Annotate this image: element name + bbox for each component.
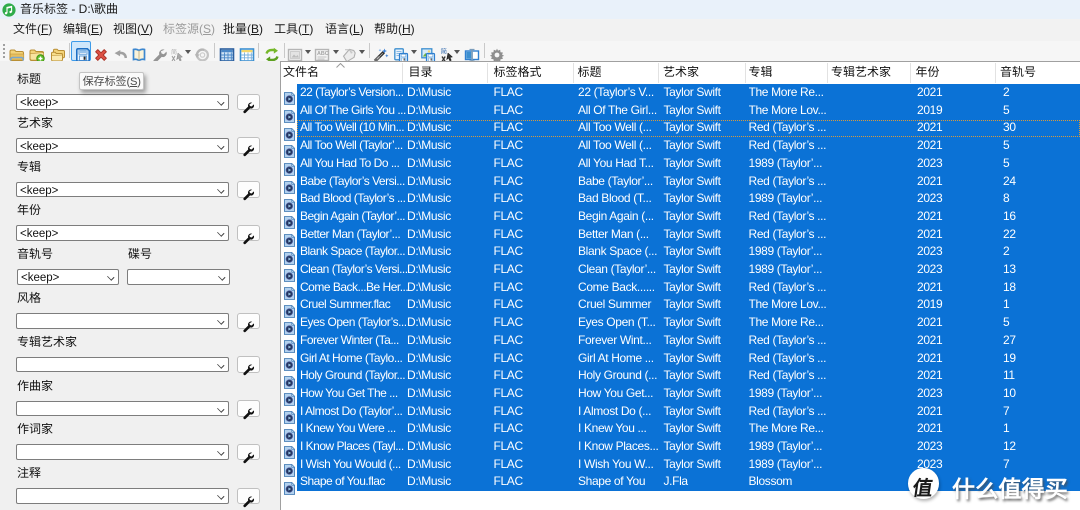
svg-text:ABC: ABC <box>317 51 329 57</box>
svg-text:简: 简 <box>440 47 447 56</box>
svg-text:简: 简 <box>171 47 177 56</box>
